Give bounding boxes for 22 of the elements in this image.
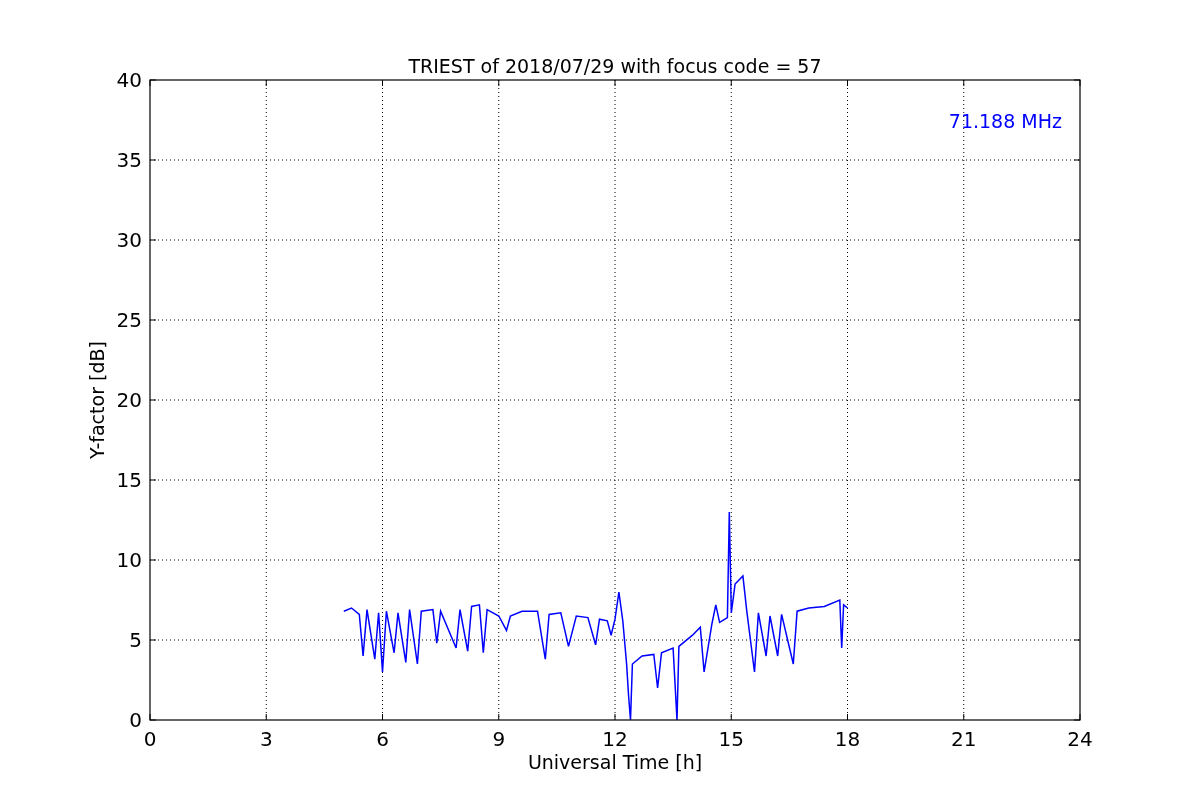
y-axis-label: Y-factor [dB] xyxy=(86,341,108,459)
x-tick-label: 6 xyxy=(376,727,389,751)
x-tick-label: 21 xyxy=(951,727,977,751)
y-tick-label: 20 xyxy=(116,388,142,412)
series-label: 71.188 MHz xyxy=(948,110,1062,132)
y-tick-label: 40 xyxy=(116,68,142,92)
x-tick-label: 18 xyxy=(834,727,861,751)
x-tick-label: 15 xyxy=(718,727,744,751)
x-tick-label: 9 xyxy=(492,727,506,751)
y-tick-label: 25 xyxy=(116,308,142,332)
y-tick-label: 5 xyxy=(129,628,142,652)
x-tick-label: 0 xyxy=(143,727,157,751)
x-axis-label: Universal Time [h] xyxy=(527,751,703,773)
chart-title: TRIEST of 2018/07/29 with focus code = 57 xyxy=(408,55,822,77)
y-tick-label: 10 xyxy=(116,548,142,572)
y-tick-label: 30 xyxy=(116,228,142,252)
y-tick-label: 35 xyxy=(116,148,142,172)
x-tick-label: 12 xyxy=(602,727,628,751)
y-tick-label: 15 xyxy=(116,468,142,492)
x-tick-label: 24 xyxy=(1067,727,1093,751)
x-tick-label: 3 xyxy=(259,727,273,751)
y-tick-label: 0 xyxy=(129,708,142,732)
